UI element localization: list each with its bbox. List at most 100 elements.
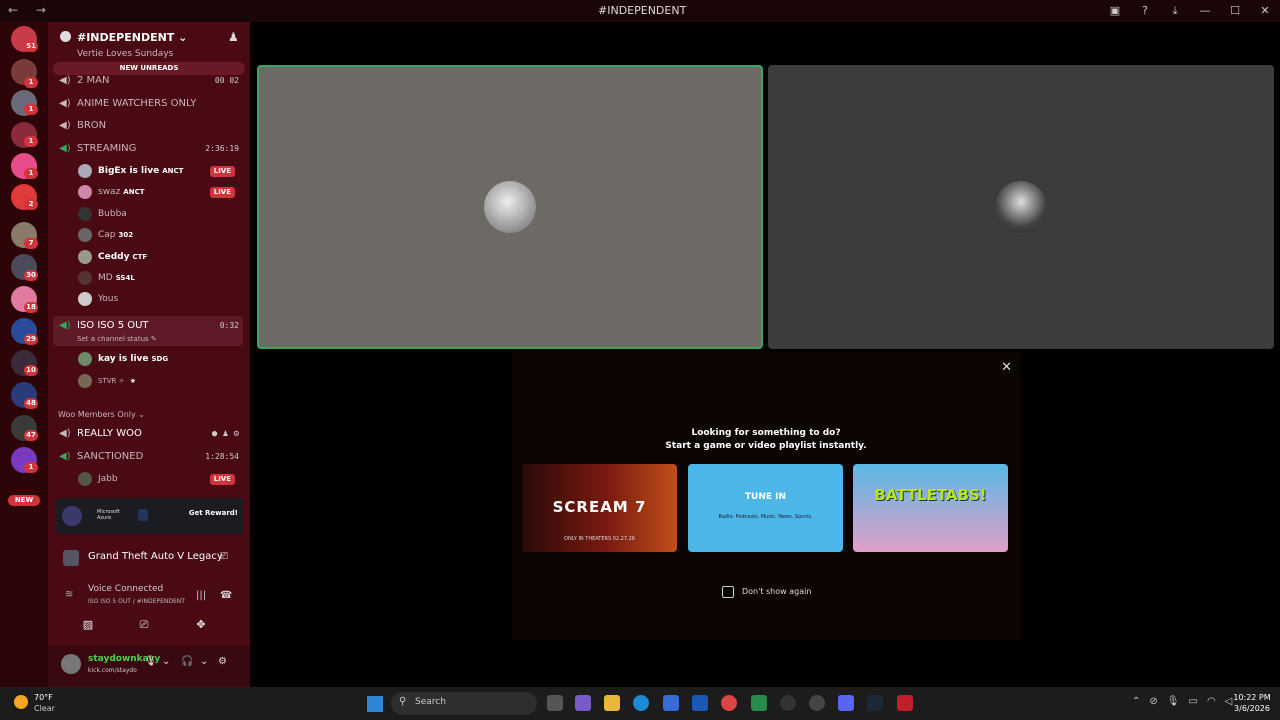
speaker-icon: ◀) — [59, 120, 71, 131]
category-header[interactable]: Woo Members Only ⌄ — [58, 410, 145, 419]
channel-anime[interactable]: ◀) ANIME WATCHERS ONLY — [53, 94, 243, 114]
game-name: Grand Theft Auto V Legacy — [88, 551, 223, 562]
game-icon — [63, 550, 79, 566]
microphone-icon[interactable]: 🎙 — [1167, 696, 1180, 707]
channel-label: SANCTIONED — [77, 451, 144, 462]
channel-bron[interactable]: ◀) BRON — [53, 116, 243, 136]
pencil-icon[interactable]: ✎ — [151, 335, 157, 343]
invite-icon[interactable]: ♟ — [228, 30, 239, 44]
clock[interactable]: 10:22 PM 3/6/2026 — [1232, 692, 1272, 714]
unread-badge: 1 — [24, 462, 38, 473]
voice-member[interactable]: kay is live SDG — [78, 349, 243, 369]
voice-member[interactable]: Jabb LIVE — [78, 469, 243, 489]
member-name: Bubba — [98, 209, 127, 219]
avatar — [995, 181, 1047, 233]
channel-actions[interactable]: ● ♟ ⚙ — [212, 424, 239, 444]
card-title: SCREAM 7 — [552, 498, 647, 516]
avatar — [78, 472, 92, 486]
settings-gear-icon[interactable]: ⚙ — [218, 656, 227, 667]
voice-member[interactable]: STVR ✧ ★ — [78, 371, 243, 391]
channel-really-woo[interactable]: ◀) REALLY WOO ● ♟ ⚙ — [53, 424, 243, 444]
avatar — [78, 164, 92, 178]
activities-icon[interactable]: ✥ — [183, 616, 219, 634]
participant-tile[interactable] — [768, 65, 1274, 349]
signal-icon[interactable]: ≋ — [65, 589, 73, 600]
camera-off-icon[interactable]: ▨ — [70, 616, 106, 634]
download-icon[interactable]: ⤓ — [1160, 0, 1190, 22]
copilot-icon[interactable] — [575, 695, 591, 711]
store-icon[interactable] — [663, 695, 679, 711]
obs-icon[interactable] — [780, 695, 796, 711]
unread-badge: 2 — [24, 199, 38, 210]
voice-member[interactable]: Yous — [78, 289, 243, 309]
mute-icon[interactable]: ⊘ — [1149, 696, 1157, 707]
share-screen-icon[interactable]: ⎚ — [220, 551, 228, 562]
back-arrow-icon[interactable]: ← — [8, 3, 18, 17]
file-explorer-icon[interactable] — [604, 695, 620, 711]
avatar[interactable] — [61, 654, 81, 674]
activity-card-tunein[interactable]: TUNE IN Radio. Podcasts. Music. News. Spo… — [688, 464, 843, 552]
card-subtitle: Radio. Podcasts. Music. News. Sports. — [718, 514, 813, 520]
steam-icon[interactable] — [867, 695, 883, 711]
voice-member[interactable]: BigEx is live ANCT LIVE — [78, 161, 243, 181]
app-icon[interactable] — [809, 695, 825, 711]
channel-2man[interactable]: ◀) 2 MAN 00 02 — [53, 71, 243, 91]
outlook-icon[interactable] — [692, 695, 708, 711]
help-icon[interactable]: ? — [1130, 0, 1160, 22]
member-tag: SS4L — [115, 274, 135, 282]
system-tray[interactable]: ⌃ ⊘ 🎙 ▭ ◠ ◁ — [1132, 696, 1241, 707]
edge-icon[interactable] — [633, 695, 649, 711]
channel-sanctioned[interactable]: ◀) SANCTIONED 1:28:54 — [53, 447, 243, 467]
voice-channel-path[interactable]: ISO ISO 5 OUT / #INDEPENDENT — [88, 598, 185, 605]
forward-arrow-icon[interactable]: → — [36, 3, 46, 17]
promo-banner[interactable]: Microsoft Azure Get Reward! — [56, 498, 244, 534]
chevron-down-icon[interactable]: ⌄ — [162, 656, 170, 667]
app-icon[interactable] — [897, 695, 913, 711]
channel-vertie[interactable]: Vertie Loves Sundays — [53, 49, 243, 59]
channel-timer: 1:28:54 — [205, 452, 239, 461]
inbox-icon[interactable]: ▣ — [1100, 0, 1130, 22]
avatar — [78, 228, 92, 242]
channel-status[interactable]: Set a channel status ✎ — [77, 335, 157, 343]
sheets-icon[interactable] — [751, 695, 767, 711]
chevron-down-icon[interactable]: ⌄ — [200, 656, 208, 667]
voice-member[interactable]: MD SS4L — [78, 268, 243, 288]
voice-member[interactable]: Ceddy CTF — [78, 247, 243, 267]
close-icon[interactable]: ✕ — [1001, 360, 1012, 375]
voice-member[interactable]: Cap 302 — [78, 225, 243, 245]
speaker-icon: ◀) — [59, 320, 71, 331]
card-title: TUNE IN — [744, 492, 787, 502]
voice-member[interactable]: swaz ANCT LIVE — [78, 182, 243, 202]
minimize-button[interactable]: — — [1190, 0, 1220, 22]
close-button[interactable]: ✕ — [1250, 0, 1280, 22]
channel-streaming[interactable]: ◀) STREAMING 2:36:19 — [53, 139, 243, 159]
microphone-icon[interactable]: 🎙 — [144, 656, 157, 667]
maximize-button[interactable]: ☐ — [1220, 0, 1250, 22]
dont-show-label[interactable]: Don't show again — [742, 587, 811, 596]
disconnect-icon[interactable]: ☎ — [220, 590, 232, 601]
dont-show-checkbox[interactable] — [722, 586, 734, 598]
noise-suppression-icon[interactable]: ||| — [196, 590, 206, 601]
windows-start-icon[interactable] — [367, 696, 383, 712]
discord-icon[interactable] — [838, 695, 854, 711]
screen-share-icon[interactable]: ⎚ — [126, 616, 162, 634]
headphones-icon[interactable]: 🎧 — [181, 656, 193, 667]
activity-card-battletabs[interactable]: BATTLETABS! — [853, 464, 1008, 552]
display-icon[interactable]: ▭ — [1188, 696, 1197, 707]
channel-label: ANIME WATCHERS ONLY — [77, 98, 197, 109]
activity-subheading: Start a game or video playlist instantly… — [665, 441, 867, 451]
live-badge: LIVE — [209, 166, 235, 177]
member-name: kay is live — [98, 354, 149, 364]
participant-tile[interactable] — [257, 65, 763, 349]
task-view-icon[interactable] — [547, 695, 563, 711]
windows-taskbar: 70°F Clear ⚲ Search ⌃ ⊘ 🎙 ▭ ◠ ◁ 10:22 PM 3/6/2… — [0, 687, 1280, 720]
chrome-icon[interactable] — [721, 695, 737, 711]
channel-status-text: Set a channel status — [77, 335, 149, 343]
member-name: Ceddy — [98, 252, 130, 262]
taskbar-search[interactable]: ⚲ Search — [391, 692, 537, 715]
voice-member[interactable]: Bubba — [78, 204, 243, 224]
chevron-up-icon[interactable]: ⌃ — [1132, 696, 1140, 707]
wifi-icon[interactable]: ◠ — [1207, 696, 1216, 707]
get-reward-button[interactable]: Get Reward! — [189, 509, 238, 517]
activity-card-scream[interactable]: SCREAM 7 ONLY IN THEATERS 02.27.26 — [522, 464, 677, 552]
